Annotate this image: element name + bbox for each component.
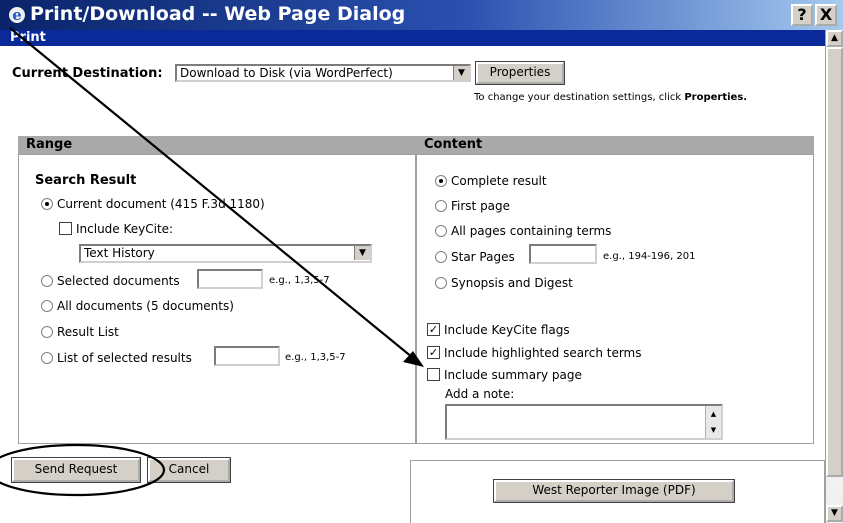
scroll-down-icon[interactable]: ▼ [826,505,843,522]
radio-icon[interactable] [41,274,53,287]
dropdown-arrow-icon[interactable]: ▼ [354,246,370,260]
all-documents-option[interactable]: All documents (5 documents) [41,298,234,313]
close-button[interactable]: X [815,4,837,26]
content-header: Content [416,136,814,154]
selected-documents-input[interactable] [197,269,263,289]
result-list-option[interactable]: Result List [41,324,119,339]
destination-select[interactable]: Download to Disk (via WordPerfect) ▼ [175,64,471,82]
note-scroll-icon[interactable]: ▲ ▼ [705,406,721,438]
add-note-label: Add a note: [445,387,515,401]
include-highlighted-option[interactable]: ✓ Include highlighted search terms [427,345,642,360]
synopsis-option[interactable]: Synopsis and Digest [435,275,573,290]
destination-hint: To change your destination settings, cli… [474,92,748,103]
help-button[interactable]: ? [791,4,813,26]
radio-icon[interactable] [41,351,53,364]
checkbox-icon[interactable] [427,368,440,381]
checkbox-checked-icon[interactable]: ✓ [427,346,440,359]
checkbox-checked-icon[interactable]: ✓ [427,323,440,336]
destination-label: Current Destination: [12,66,163,81]
range-panel: Search Result Current document (415 F.3d… [18,154,416,444]
radio-icon[interactable] [41,325,53,338]
star-pages-option[interactable]: Star Pages [435,249,515,264]
radio-icon[interactable] [435,276,447,289]
content-panel: Complete result First page All pages con… [416,154,814,444]
list-selected-results-input[interactable] [214,346,280,366]
scroll-up-icon[interactable]: ▲ [826,30,843,47]
selected-documents-option[interactable]: Selected documents [41,273,180,288]
west-reporter-button[interactable]: West Reporter Image (PDF) [493,479,735,503]
cancel-button[interactable]: Cancel [147,457,231,483]
selected-documents-hint: e.g., 1,3,5-7 [269,275,330,286]
checkbox-icon[interactable] [59,222,72,235]
star-pages-hint: e.g., 194-196, 201 [603,251,696,262]
list-selected-results-option[interactable]: List of selected results [41,350,192,365]
ie-icon: e [9,6,25,24]
first-page-option[interactable]: First page [435,198,510,213]
radio-icon[interactable] [435,224,447,237]
star-pages-input[interactable] [529,244,597,264]
search-result-title: Search Result [35,173,137,188]
include-keycite-option[interactable]: Include KeyCite: [59,221,173,236]
complete-result-option[interactable]: Complete result [435,173,547,188]
radio-icon[interactable] [41,299,53,312]
scroll-thumb[interactable] [826,47,843,477]
current-document-option[interactable]: Current document (415 F.3d 1180) [41,196,265,211]
keycite-select[interactable]: Text History ▼ [79,244,372,263]
destination-value: Download to Disk (via WordPerfect) [180,66,393,80]
dropdown-arrow-icon[interactable]: ▼ [453,66,469,80]
include-summary-option[interactable]: Include summary page [427,367,582,382]
list-selected-results-hint: e.g., 1,3,5-7 [285,352,346,363]
properties-button[interactable]: Properties [475,61,565,85]
window-title: Print/Download -- Web Page Dialog [30,3,406,25]
radio-icon[interactable] [41,197,53,210]
destination-hint-bold: Properties. [684,92,748,103]
note-textarea[interactable]: ▲ ▼ [445,404,723,440]
print-section-bar: Print [0,30,825,46]
include-keycite-flags-option[interactable]: ✓ Include KeyCite flags [427,322,570,337]
title-bar: e Print/Download -- Web Page Dialog ? X [0,0,843,30]
vertical-scrollbar[interactable]: ▲ ▼ [825,30,843,523]
radio-icon[interactable] [435,199,447,212]
radio-icon[interactable] [435,250,447,263]
all-pages-terms-option[interactable]: All pages containing terms [435,223,611,238]
send-request-button[interactable]: Send Request [11,457,141,483]
range-header: Range [18,136,416,154]
svg-text:e: e [12,6,22,24]
radio-icon[interactable] [435,174,447,187]
